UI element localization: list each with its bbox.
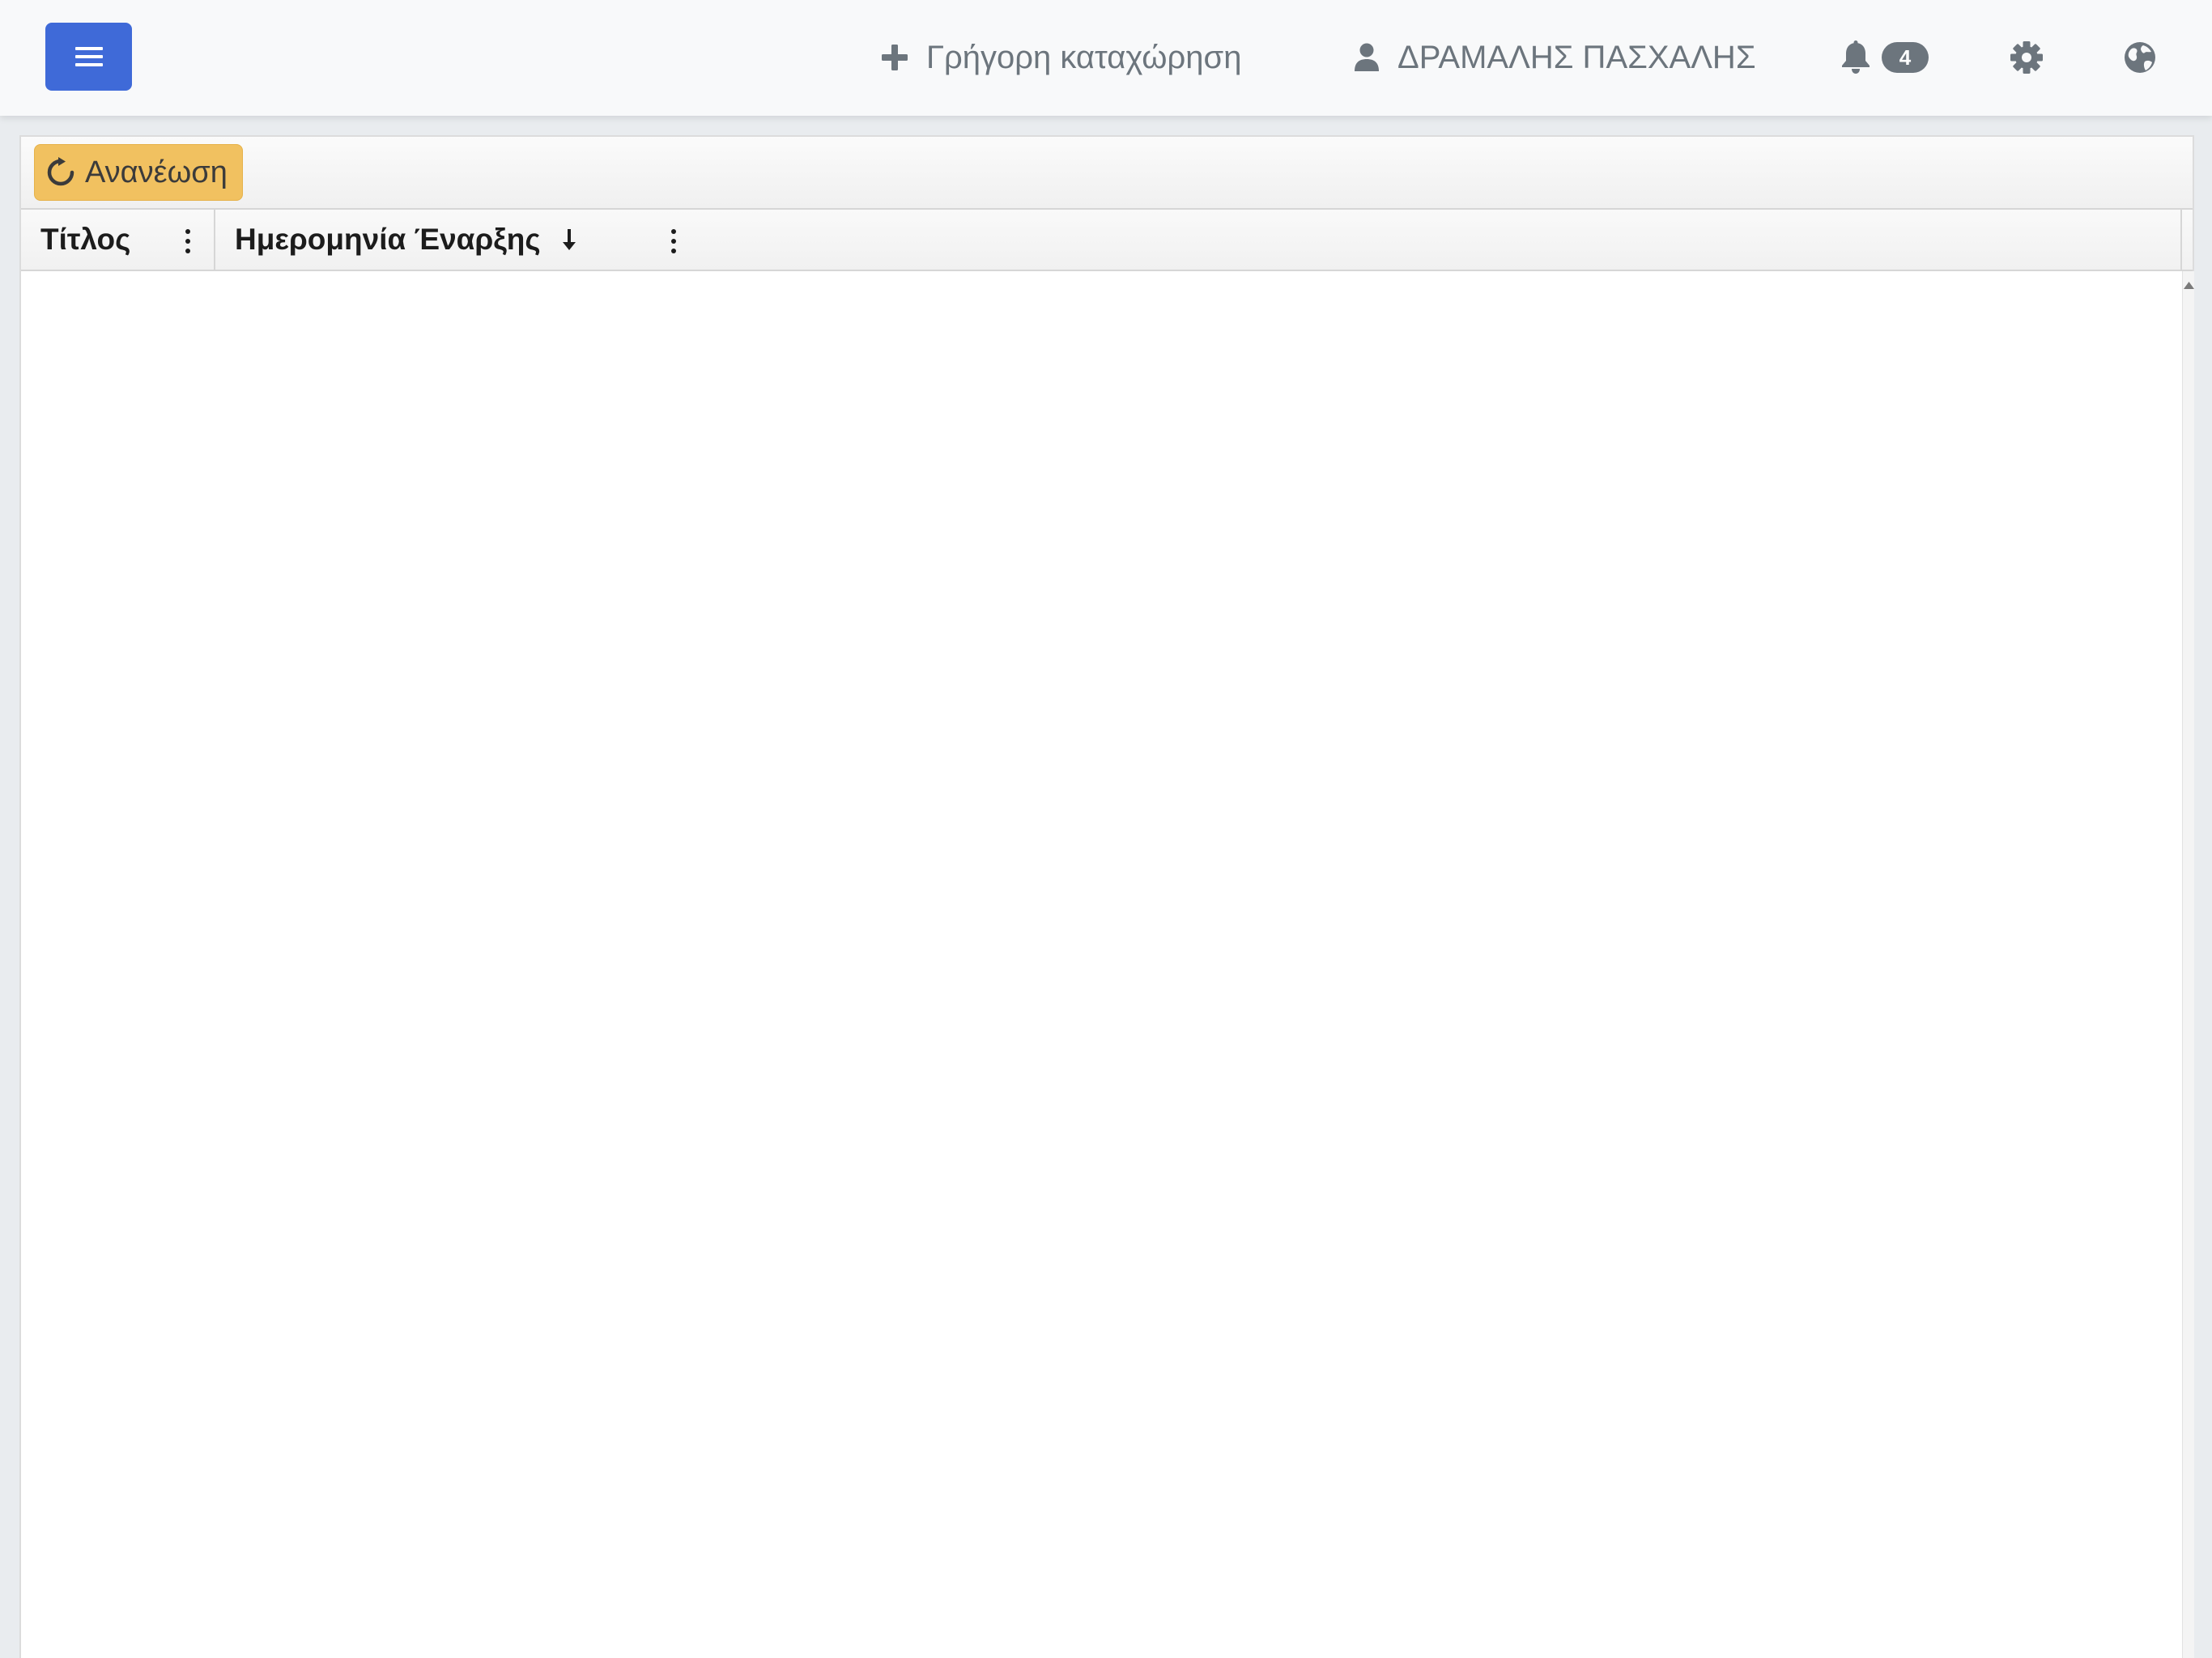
events-grid: Ανανέωση Τίτλος Ημερομηνία Έναρξης [19, 135, 2194, 1658]
language-button[interactable] [2121, 39, 2159, 76]
grid-header-row: Τίτλος Ημερομηνία Έναρξης [21, 210, 2193, 271]
refresh-button[interactable]: Ανανέωση [34, 144, 243, 201]
scroll-up-arrow-icon[interactable] [2183, 279, 2195, 291]
sort-descending-icon[interactable] [560, 227, 578, 252]
bell-icon [1842, 40, 1870, 74]
quick-entry-label: Γρήγορη καταχώρηση [926, 39, 1242, 75]
column-header-title[interactable]: Τίτλος [21, 210, 215, 270]
vertical-scrollbar[interactable] [2182, 271, 2194, 1658]
hamburger-icon [75, 47, 103, 66]
settings-button[interactable] [2008, 39, 2045, 76]
column-menu-start-date-kebab-icon[interactable] [666, 227, 682, 255]
user-menu[interactable]: ΔΡΑΜΑΛΗΣ ΠΑΣΧΑΛΗΣ [1354, 29, 1756, 86]
grid-toolbar: Ανανέωση [21, 137, 2193, 210]
user-icon [1355, 43, 1379, 71]
plus-icon [882, 45, 908, 70]
user-name: ΔΡΑΜΑΛΗΣ ΠΑΣΧΑΛΗΣ [1397, 39, 1756, 75]
column-menu-title-kebab-icon[interactable] [180, 227, 196, 255]
globe-icon [2125, 42, 2155, 73]
grid-body-empty [21, 271, 2182, 1658]
menu-toggle-button[interactable] [45, 23, 132, 91]
refresh-icon [47, 157, 74, 186]
column-header-start-date-label: Ημερομηνία Έναρξης [235, 223, 541, 256]
refresh-label: Ανανέωση [85, 155, 228, 189]
column-header-start-date[interactable]: Ημερομηνία Έναρξης [215, 210, 2182, 270]
column-header-title-label: Τίτλος [40, 223, 131, 256]
top-navbar: Γρήγορη καταχώρηση ΔΡΑΜΑΛΗΣ ΠΑΣΧΑΛΗΣ 4 [0, 0, 2212, 116]
notifications-button[interactable]: 4 [1840, 29, 1929, 86]
quick-entry-link[interactable]: Γρήγορη καταχώρηση [881, 29, 1241, 86]
notification-count-badge: 4 [1882, 42, 1929, 73]
gear-icon [2010, 41, 2043, 74]
